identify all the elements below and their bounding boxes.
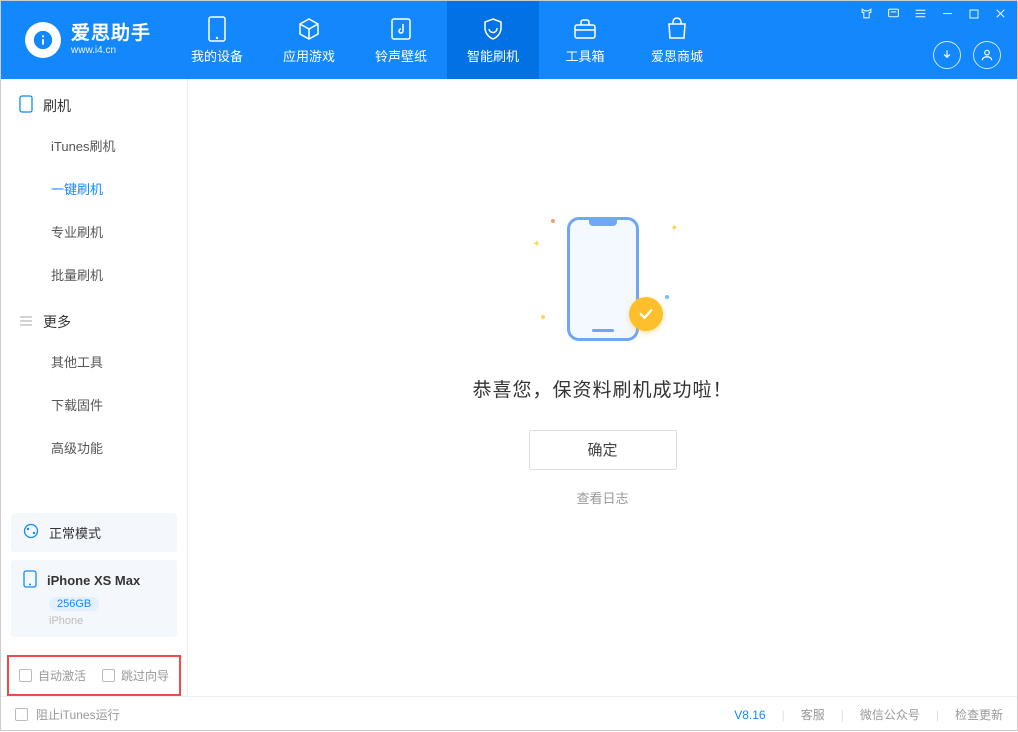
title-bar: 爱思助手 www.i4.cn 我的设备 应用游戏 铃声壁纸 智能刷机 工具箱 爱…: [1, 1, 1017, 79]
list-icon: [19, 314, 33, 331]
phone-success-icon: [567, 217, 639, 341]
download-button[interactable]: [933, 41, 961, 69]
sidebar-item-itunes-flash[interactable]: iTunes刷机: [1, 124, 187, 167]
menu-icon[interactable]: [914, 7, 927, 20]
device-mode[interactable]: 正常模式: [11, 513, 177, 552]
version-label: V8.16: [734, 708, 765, 722]
highlighted-checkbox-row: 自动激活 跳过向导: [7, 655, 181, 696]
sidebar-group-more: 更多: [1, 296, 187, 340]
device-card[interactable]: iPhone XS Max 256GB iPhone: [11, 560, 177, 637]
music-file-icon: [388, 16, 414, 42]
sidebar: 刷机 iTunes刷机 一键刷机 专业刷机 批量刷机 更多 其他工具 下载固件 …: [1, 79, 188, 696]
footer-link-check-update[interactable]: 检查更新: [955, 706, 1003, 723]
mode-icon: [23, 523, 39, 542]
success-message: 恭喜您，保资料刷机成功啦！: [472, 375, 732, 402]
bag-icon: [664, 16, 690, 42]
checkbox-auto-activate[interactable]: 自动激活: [19, 667, 86, 684]
success-illustration: ✦ ✦: [533, 209, 673, 349]
checkbox-icon: [19, 669, 32, 682]
checkbox-icon: [15, 708, 28, 721]
skin-icon[interactable]: [860, 7, 873, 20]
app-title: 爱思助手: [71, 24, 151, 45]
checkbox-block-itunes[interactable]: 阻止iTunes运行: [15, 706, 120, 723]
phone-icon: [204, 16, 230, 42]
header-action-buttons: [933, 41, 1001, 69]
sidebar-item-download-firmware[interactable]: 下载固件: [1, 383, 187, 426]
checkbox-icon: [102, 669, 115, 682]
sidebar-item-other-tools[interactable]: 其他工具: [1, 340, 187, 383]
nav-toolbox[interactable]: 工具箱: [539, 1, 631, 79]
nav-store[interactable]: 爱思商城: [631, 1, 723, 79]
nav-ringtones-wallpapers[interactable]: 铃声壁纸: [355, 1, 447, 79]
sidebar-item-pro-flash[interactable]: 专业刷机: [1, 210, 187, 253]
sidebar-item-advanced[interactable]: 高级功能: [1, 426, 187, 469]
nav-apps-games[interactable]: 应用游戏: [263, 1, 355, 79]
nav-my-device[interactable]: 我的设备: [171, 1, 263, 79]
ok-button[interactable]: 确定: [529, 430, 677, 470]
footer-link-support[interactable]: 客服: [801, 706, 825, 723]
main-nav: 我的设备 应用游戏 铃声壁纸 智能刷机 工具箱 爱思商城: [171, 1, 723, 79]
app-subtitle: www.i4.cn: [71, 45, 151, 56]
cube-icon: [296, 16, 322, 42]
device-panel: 正常模式 iPhone XS Max 256GB iPhone: [11, 513, 177, 637]
device-icon: [19, 95, 33, 116]
view-log-link[interactable]: 查看日志: [576, 488, 628, 507]
maximize-button[interactable]: [968, 8, 980, 20]
footer-link-wechat[interactable]: 微信公众号: [860, 706, 920, 723]
sidebar-group-flash: 刷机: [1, 79, 187, 124]
main-content: ✦ ✦ 恭喜您，保资料刷机成功啦！ 确定 查看日志: [188, 79, 1017, 696]
feedback-icon[interactable]: [887, 7, 900, 20]
user-button[interactable]: [973, 41, 1001, 69]
sidebar-item-onekey-flash[interactable]: 一键刷机: [1, 167, 187, 210]
window-controls-top: [860, 7, 1007, 20]
logo-icon: [25, 22, 61, 58]
device-name: iPhone XS Max: [47, 573, 140, 588]
checkbox-skip-guide[interactable]: 跳过向导: [102, 667, 169, 684]
shield-refresh-icon: [480, 16, 506, 42]
device-type: iPhone: [49, 615, 165, 627]
minimize-button[interactable]: [941, 7, 954, 20]
device-storage: 256GB: [49, 597, 99, 611]
close-button[interactable]: [994, 7, 1007, 20]
status-bar: 阻止iTunes运行 V8.16 | 客服 | 微信公众号 | 检查更新: [1, 696, 1017, 732]
check-badge-icon: [629, 297, 663, 331]
phone-small-icon: [23, 570, 37, 591]
nav-smart-flash[interactable]: 智能刷机: [447, 1, 539, 79]
sidebar-item-batch-flash[interactable]: 批量刷机: [1, 253, 187, 296]
toolbox-icon: [572, 16, 598, 42]
app-logo: 爱思助手 www.i4.cn: [1, 1, 171, 79]
